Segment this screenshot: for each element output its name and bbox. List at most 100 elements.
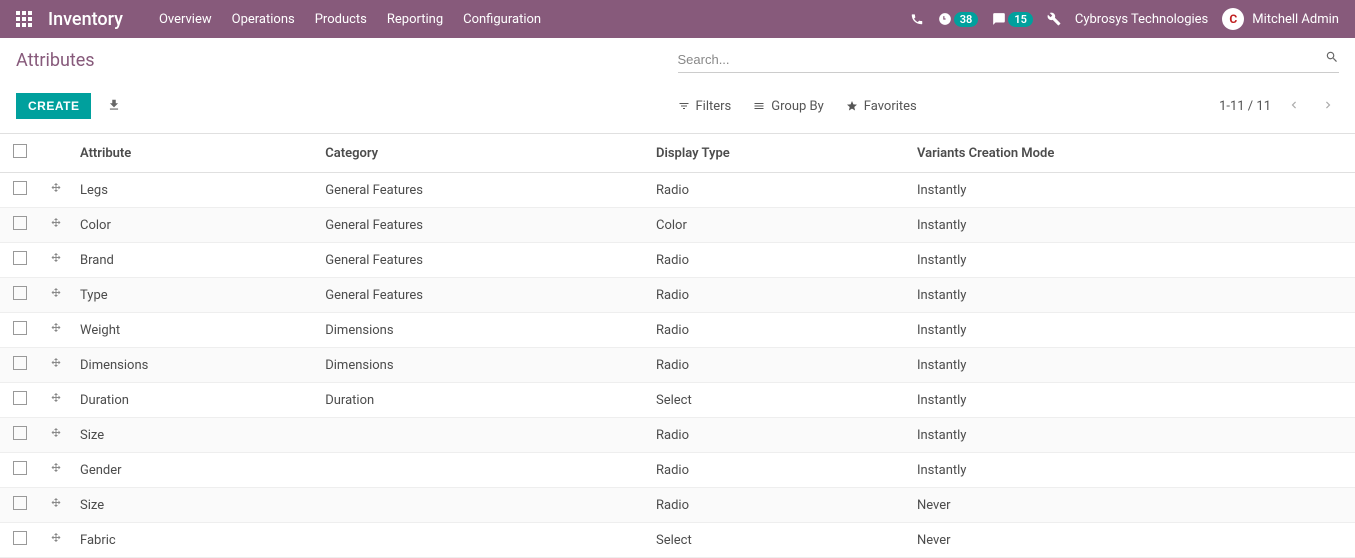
row-checkbox[interactable] bbox=[13, 251, 27, 265]
attributes-table: Attribute Category Display Type Variants… bbox=[0, 133, 1355, 558]
drag-handle-icon[interactable] bbox=[50, 497, 62, 509]
header-attribute[interactable]: Attribute bbox=[72, 134, 317, 173]
table-row[interactable]: FabricSelectNever bbox=[0, 523, 1355, 558]
drag-handle-icon[interactable] bbox=[50, 532, 62, 544]
cell-display-type: Select bbox=[648, 523, 909, 558]
cell-variants-mode: Instantly bbox=[909, 383, 1355, 418]
drag-handle-icon[interactable] bbox=[50, 182, 62, 194]
cell-display-type: Radio bbox=[648, 278, 909, 313]
cell-category: General Features bbox=[317, 278, 648, 313]
nav-configuration[interactable]: Configuration bbox=[463, 12, 541, 27]
drag-handle-icon[interactable] bbox=[50, 462, 62, 474]
company-name[interactable]: Cybrosys Technologies bbox=[1075, 12, 1208, 27]
table-row[interactable]: DimensionsDimensionsRadioInstantly bbox=[0, 348, 1355, 383]
tools-icon[interactable] bbox=[1047, 12, 1061, 26]
cell-attribute: Legs bbox=[72, 173, 317, 208]
breadcrumb: Attributes bbox=[16, 50, 678, 71]
table-row[interactable]: TypeGeneral FeaturesRadioInstantly bbox=[0, 278, 1355, 313]
cell-category bbox=[317, 488, 648, 523]
nav-reporting[interactable]: Reporting bbox=[387, 12, 443, 27]
avatar: C bbox=[1222, 8, 1244, 30]
cell-category: Duration bbox=[317, 383, 648, 418]
cell-attribute: Type bbox=[72, 278, 317, 313]
drag-handle-icon[interactable] bbox=[50, 322, 62, 334]
row-checkbox[interactable] bbox=[13, 356, 27, 370]
user-menu[interactable]: C Mitchell Admin bbox=[1222, 8, 1339, 30]
cell-attribute: Weight bbox=[72, 313, 317, 348]
apps-icon[interactable] bbox=[16, 11, 32, 27]
header-display-type[interactable]: Display Type bbox=[648, 134, 909, 173]
pager-range[interactable]: 1-11 / 11 bbox=[1219, 99, 1271, 114]
cell-display-type: Radio bbox=[648, 348, 909, 383]
header-variants-mode[interactable]: Variants Creation Mode bbox=[909, 134, 1355, 173]
cell-display-type: Color bbox=[648, 208, 909, 243]
messages-badge: 15 bbox=[1008, 12, 1033, 27]
import-button[interactable] bbox=[103, 94, 125, 119]
nav-overview[interactable]: Overview bbox=[159, 12, 212, 27]
cell-attribute: Size bbox=[72, 418, 317, 453]
calendar-icon[interactable]: 38 bbox=[938, 12, 979, 27]
user-name: Mitchell Admin bbox=[1252, 12, 1339, 27]
search-input[interactable] bbox=[678, 52, 1326, 67]
header-category[interactable]: Category bbox=[317, 134, 648, 173]
table-row[interactable]: SizeRadioNever bbox=[0, 488, 1355, 523]
group-by-button[interactable]: Group By bbox=[753, 99, 824, 114]
cell-category: General Features bbox=[317, 208, 648, 243]
row-checkbox[interactable] bbox=[13, 391, 27, 405]
row-checkbox[interactable] bbox=[13, 426, 27, 440]
table-row[interactable]: BrandGeneral FeaturesRadioInstantly bbox=[0, 243, 1355, 278]
cell-attribute: Fabric bbox=[72, 523, 317, 558]
cell-attribute: Dimensions bbox=[72, 348, 317, 383]
cell-variants-mode: Instantly bbox=[909, 313, 1355, 348]
cell-variants-mode: Instantly bbox=[909, 453, 1355, 488]
drag-handle-icon[interactable] bbox=[50, 427, 62, 439]
nav-products[interactable]: Products bbox=[315, 12, 367, 27]
pager-next-button[interactable] bbox=[1317, 94, 1339, 119]
calendar-badge: 38 bbox=[954, 12, 979, 27]
table-row[interactable]: DurationDurationSelectInstantly bbox=[0, 383, 1355, 418]
cell-attribute: Color bbox=[72, 208, 317, 243]
cell-category: Dimensions bbox=[317, 313, 648, 348]
table-row[interactable]: GenderRadioInstantly bbox=[0, 453, 1355, 488]
search-icon[interactable] bbox=[1325, 50, 1339, 68]
favorites-button[interactable]: Favorites bbox=[846, 99, 917, 114]
table-row[interactable]: LegsGeneral FeaturesRadioInstantly bbox=[0, 173, 1355, 208]
cell-variants-mode: Instantly bbox=[909, 418, 1355, 453]
cell-display-type: Radio bbox=[648, 453, 909, 488]
cell-category bbox=[317, 523, 648, 558]
drag-handle-icon[interactable] bbox=[50, 392, 62, 404]
filters-label: Filters bbox=[696, 99, 732, 114]
app-title[interactable]: Inventory bbox=[48, 9, 123, 30]
drag-handle-icon[interactable] bbox=[50, 357, 62, 369]
table-row[interactable]: WeightDimensionsRadioInstantly bbox=[0, 313, 1355, 348]
row-checkbox[interactable] bbox=[13, 531, 27, 545]
cell-category: Dimensions bbox=[317, 348, 648, 383]
cell-variants-mode: Instantly bbox=[909, 243, 1355, 278]
drag-handle-icon[interactable] bbox=[50, 217, 62, 229]
pager-prev-button[interactable] bbox=[1283, 94, 1305, 119]
table-row[interactable]: ColorGeneral FeaturesColorInstantly bbox=[0, 208, 1355, 243]
cell-display-type: Radio bbox=[648, 173, 909, 208]
drag-handle-icon[interactable] bbox=[50, 252, 62, 264]
select-all-checkbox[interactable] bbox=[13, 144, 27, 158]
row-checkbox[interactable] bbox=[13, 321, 27, 335]
messages-icon[interactable]: 15 bbox=[992, 12, 1033, 27]
row-checkbox[interactable] bbox=[13, 461, 27, 475]
table-row[interactable]: SizeRadioInstantly bbox=[0, 418, 1355, 453]
cell-display-type: Radio bbox=[648, 313, 909, 348]
cell-variants-mode: Instantly bbox=[909, 278, 1355, 313]
row-checkbox[interactable] bbox=[13, 216, 27, 230]
row-checkbox[interactable] bbox=[13, 181, 27, 195]
group-by-label: Group By bbox=[771, 99, 824, 114]
drag-handle-icon[interactable] bbox=[50, 287, 62, 299]
row-checkbox[interactable] bbox=[13, 496, 27, 510]
row-checkbox[interactable] bbox=[13, 286, 27, 300]
cell-attribute: Size bbox=[72, 488, 317, 523]
filters-button[interactable]: Filters bbox=[678, 99, 732, 114]
nav-operations[interactable]: Operations bbox=[232, 12, 295, 27]
phone-icon[interactable] bbox=[910, 12, 924, 26]
create-button[interactable]: CREATE bbox=[16, 93, 91, 119]
cell-category: General Features bbox=[317, 243, 648, 278]
favorites-label: Favorites bbox=[864, 99, 917, 114]
cell-display-type: Radio bbox=[648, 243, 909, 278]
